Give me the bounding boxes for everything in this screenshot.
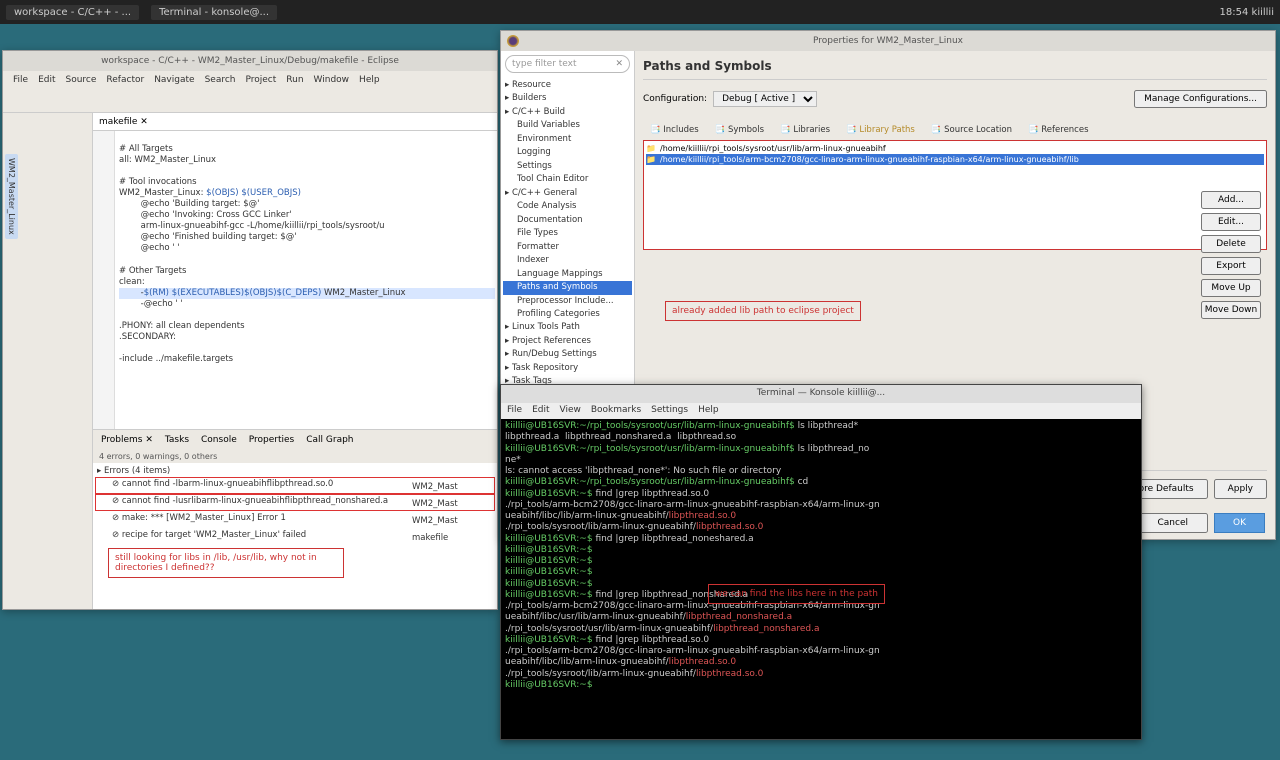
- tree-c-c-build[interactable]: ▸ C/C++ Build: [503, 106, 632, 119]
- menu-search[interactable]: Search: [201, 74, 240, 86]
- annotation-found-libs: we can find the libs here in the path: [708, 584, 885, 604]
- menu-navigate[interactable]: Navigate: [150, 74, 198, 86]
- tree-linux-tools-path[interactable]: ▸ Linux Tools Path: [503, 321, 632, 334]
- menu-help[interactable]: Help: [355, 74, 384, 86]
- eclipse-icon: [507, 35, 519, 47]
- term-menu-help[interactable]: Help: [698, 405, 719, 416]
- properties-title: Properties for WM2_Master_Linux: [501, 31, 1275, 51]
- tree-preprocessor-include-[interactable]: Preprocessor Include...: [503, 295, 632, 308]
- menu-file[interactable]: File: [9, 74, 32, 86]
- tab-includes[interactable]: 📑 Includes: [643, 122, 706, 138]
- tree-profiling-categories[interactable]: Profiling Categories: [503, 308, 632, 321]
- editor-tab[interactable]: makefile ✕: [93, 113, 497, 131]
- tree-paths-and-symbols[interactable]: Paths and Symbols: [503, 281, 632, 294]
- terminal-title: Terminal — Konsole kiillii@...: [501, 385, 1141, 403]
- tab-properties[interactable]: Properties: [245, 433, 298, 447]
- tree-indexer[interactable]: Indexer: [503, 254, 632, 267]
- apply-button[interactable]: Apply: [1214, 479, 1267, 499]
- menu-edit[interactable]: Edit: [34, 74, 59, 86]
- terminal-menubar[interactable]: File Edit View Bookmarks Settings Help: [501, 403, 1141, 419]
- taskbar-clock: 18:54 kiillii: [1220, 7, 1274, 18]
- delete-button[interactable]: Delete: [1201, 235, 1261, 253]
- desktop-taskbar: workspace - C/C++ - ... Terminal - konso…: [0, 0, 1280, 24]
- tree-settings[interactable]: Settings: [503, 160, 632, 173]
- tree-language-mappings[interactable]: Language Mappings: [503, 268, 632, 281]
- clear-icon[interactable]: ✕: [615, 59, 623, 69]
- problem-row[interactable]: ⊘ cannot find -lusrlibarm-linux-gnueabih…: [95, 494, 495, 511]
- tree-c-c-general[interactable]: ▸ C/C++ General: [503, 187, 632, 200]
- project-explorer[interactable]: WM2_Master_Linux: [3, 113, 93, 609]
- tree-file-types[interactable]: File Types: [503, 227, 632, 240]
- menu-run[interactable]: Run: [282, 74, 307, 86]
- tab-librarypaths[interactable]: 📑 Library Paths: [839, 122, 922, 138]
- config-select[interactable]: Debug [ Active ]: [713, 91, 817, 107]
- tree-builders[interactable]: ▸ Builders: [503, 92, 632, 105]
- library-path-row[interactable]: /home/kiillii/rpi_tools/arm-bcm2708/gcc-…: [646, 154, 1264, 165]
- moveup-button[interactable]: Move Up: [1201, 279, 1261, 297]
- tree-documentation[interactable]: Documentation: [503, 214, 632, 227]
- tab-references[interactable]: 📑 References: [1021, 122, 1096, 138]
- eclipse-title: workspace - C/C++ - WM2_Master_Linux/Deb…: [3, 51, 497, 71]
- movedown-button[interactable]: Move Down: [1201, 301, 1261, 319]
- tab-tasks[interactable]: Tasks: [161, 433, 193, 447]
- cancel-button[interactable]: Cancel: [1138, 513, 1209, 533]
- ok-button[interactable]: OK: [1214, 513, 1265, 533]
- taskbar-item-workspace[interactable]: workspace - C/C++ - ...: [6, 5, 139, 20]
- terminal-output[interactable]: kiillii@UB16SVR:~/rpi_tools/sysroot/usr/…: [501, 419, 1141, 739]
- paths-tabs[interactable]: 📑 Includes📑 Symbols📑 Libraries📑 Library …: [643, 122, 1267, 138]
- menu-window[interactable]: Window: [310, 74, 354, 86]
- eclipse-menubar[interactable]: FileEditSourceRefactorNavigateSearchProj…: [3, 71, 497, 89]
- tree-code-analysis[interactable]: Code Analysis: [503, 200, 632, 213]
- eclipse-window: workspace - C/C++ - WM2_Master_Linux/Deb…: [2, 50, 498, 610]
- tree-run-debug-settings[interactable]: ▸ Run/Debug Settings: [503, 348, 632, 361]
- tree-logging[interactable]: Logging: [503, 146, 632, 159]
- problem-row[interactable]: ⊘ cannot find -lbarm-linux-gnueabihflibp…: [95, 477, 495, 494]
- tab-problems[interactable]: Problems ✕: [97, 433, 157, 447]
- filter-input[interactable]: type filter text ✕: [505, 55, 630, 73]
- tree-formatter[interactable]: Formatter: [503, 241, 632, 254]
- bottom-tabs[interactable]: Problems ✕ Tasks Console Properties Call Gra…: [93, 430, 497, 450]
- problem-row[interactable]: ⊘ make: *** [WM2_Master_Linux] Error 1WM…: [95, 511, 495, 528]
- tab-libraries[interactable]: 📑 Libraries: [773, 122, 837, 138]
- edit-button[interactable]: Edit...: [1201, 213, 1261, 231]
- problems-list[interactable]: ▸ Errors (4 items)⊘ cannot find -lbarm-l…: [93, 463, 497, 609]
- path-buttons: Add... Edit... Delete Export Move Up Move Dow…: [1201, 191, 1261, 319]
- annotation-added-path: already added lib path to eclipse projec…: [665, 301, 861, 321]
- tab-symbols[interactable]: 📑 Symbols: [708, 122, 771, 138]
- tab-sourcelocation[interactable]: 📑 Source Location: [924, 122, 1019, 138]
- menu-project[interactable]: Project: [241, 74, 280, 86]
- term-menu-settings[interactable]: Settings: [651, 405, 688, 416]
- tree-project-references[interactable]: ▸ Project References: [503, 335, 632, 348]
- eclipse-toolbar[interactable]: [3, 89, 497, 113]
- problem-row[interactable]: ⊘ recipe for target 'WM2_Master_Linux' f…: [95, 528, 495, 545]
- tab-console[interactable]: Console: [197, 433, 241, 447]
- page-title: Paths and Symbols: [643, 59, 1267, 80]
- tree-task-repository[interactable]: ▸ Task Repository: [503, 362, 632, 375]
- manage-config-button[interactable]: Manage Configurations...: [1134, 90, 1267, 108]
- library-path-row[interactable]: /home/kiillii/rpi_tools/sysroot/usr/lib/…: [646, 143, 1264, 154]
- term-menu-view[interactable]: View: [560, 405, 581, 416]
- project-item[interactable]: WM2_Master_Linux: [5, 154, 18, 239]
- tab-callgraph[interactable]: Call Graph: [302, 433, 357, 447]
- tree-tool-chain-editor[interactable]: Tool Chain Editor: [503, 173, 632, 186]
- taskbar-item-terminal[interactable]: Terminal - konsole@...: [151, 5, 277, 20]
- term-menu-edit[interactable]: Edit: [532, 405, 549, 416]
- tree-build-variables[interactable]: Build Variables: [503, 119, 632, 132]
- menu-refactor[interactable]: Refactor: [102, 74, 148, 86]
- tree-resource[interactable]: ▸ Resource: [503, 79, 632, 92]
- config-label: Configuration:: [643, 94, 707, 104]
- code-editor[interactable]: # All Targetsall: WM2_Master_Linux # Too…: [93, 131, 497, 429]
- add-button[interactable]: Add...: [1201, 191, 1261, 209]
- tree-environment[interactable]: Environment: [503, 133, 632, 146]
- library-paths-list[interactable]: /home/kiillii/rpi_tools/sysroot/usr/lib/…: [643, 140, 1267, 250]
- term-menu-bookmarks[interactable]: Bookmarks: [591, 405, 641, 416]
- term-menu-file[interactable]: File: [507, 405, 522, 416]
- problems-summary: 4 errors, 0 warnings, 0 others: [93, 450, 497, 463]
- problems-pane: Problems ✕ Tasks Console Properties Call Gra…: [93, 429, 497, 609]
- terminal-window: Terminal — Konsole kiillii@... File Edit V…: [500, 384, 1142, 740]
- annotation-question: still looking for libs in /lib, /usr/lib…: [108, 548, 344, 578]
- menu-source[interactable]: Source: [62, 74, 101, 86]
- export-button[interactable]: Export: [1201, 257, 1261, 275]
